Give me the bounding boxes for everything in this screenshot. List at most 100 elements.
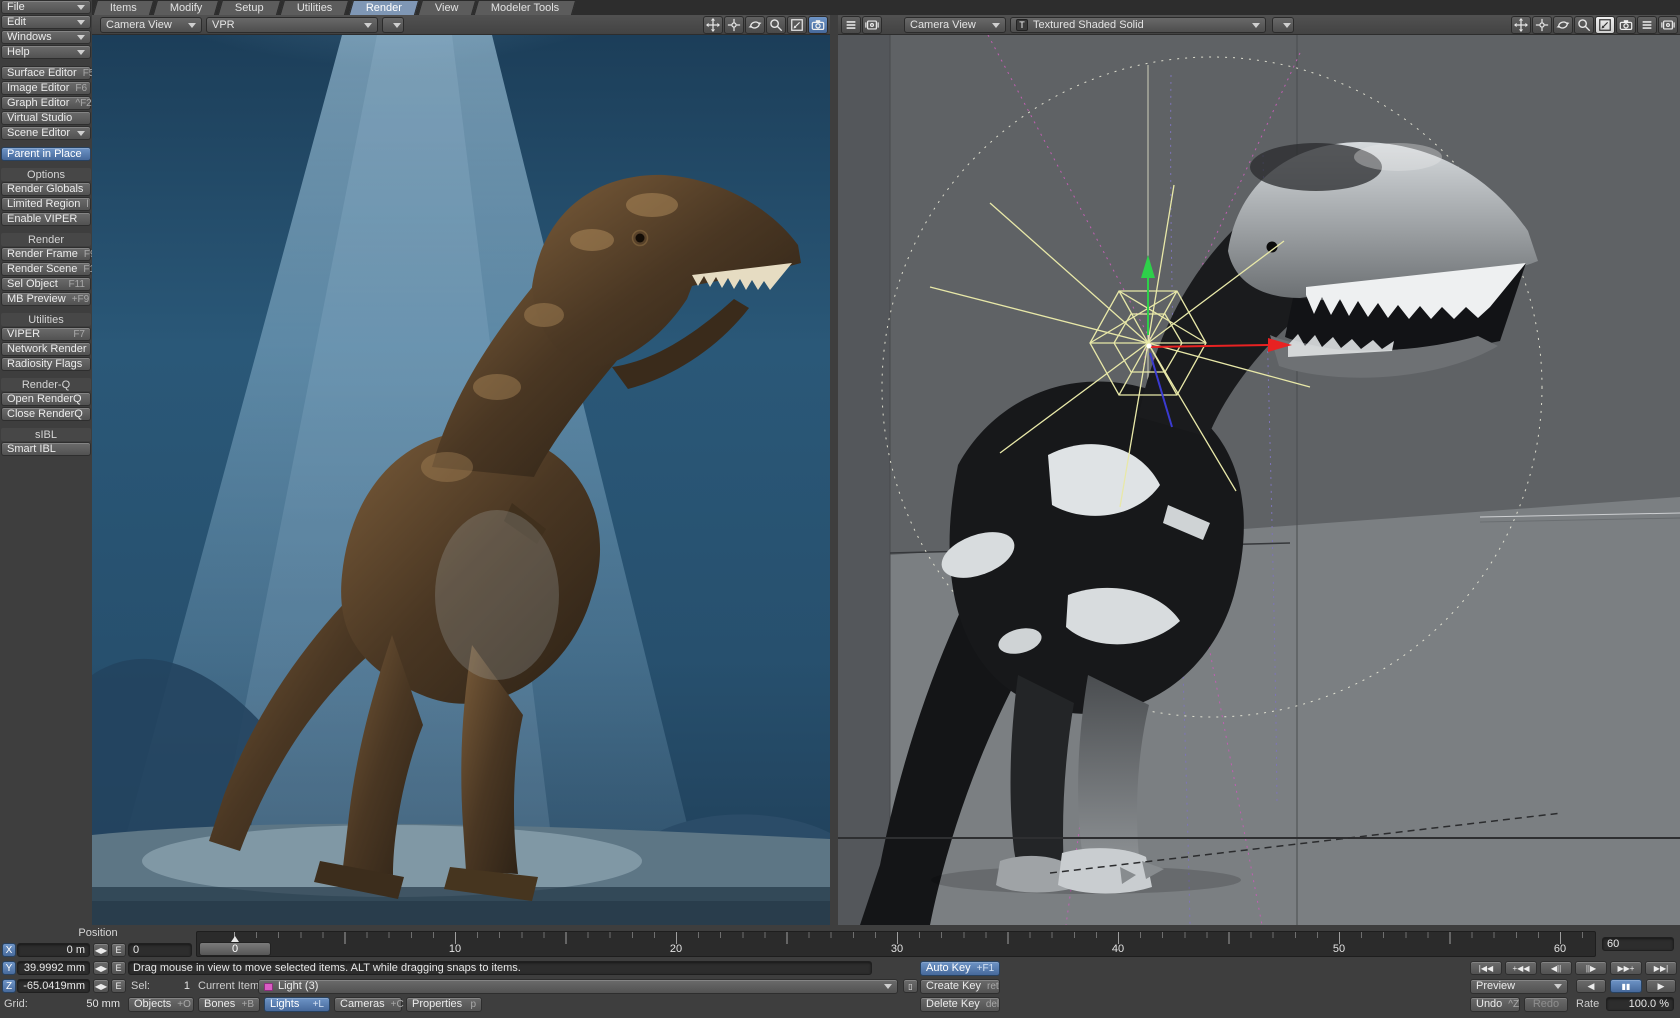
nudge-buttons[interactable]: ◀▶ xyxy=(93,943,109,957)
y-axis-badge[interactable]: Y xyxy=(2,961,16,975)
viewport-options-dropdown[interactable] xyxy=(382,17,404,33)
frame-slider-knob[interactable]: 0 xyxy=(199,942,271,956)
sidebar-item-smart-ibl[interactable]: Smart IBL xyxy=(1,442,91,456)
viewport-menu-icon[interactable] xyxy=(1637,16,1657,34)
mode-button-properties[interactable]: Propertiesp xyxy=(406,997,482,1012)
z-axis-badge[interactable]: Z xyxy=(2,979,16,993)
sidebar-item-network-render[interactable]: Network Render xyxy=(1,342,91,356)
viewport-menu-icon[interactable] xyxy=(841,16,861,34)
menu-windows[interactable]: Windows xyxy=(1,30,91,44)
sidebar-item-mb-preview[interactable]: MB Preview+F9 xyxy=(1,292,91,306)
sidebar-item-parent-in-place[interactable]: Parent in Place xyxy=(1,147,91,161)
rotate-view-icon[interactable] xyxy=(1553,16,1573,34)
x-position-field[interactable]: 0 m xyxy=(17,943,90,957)
envelope-button[interactable]: E xyxy=(111,961,126,975)
undo-button[interactable]: Undo ^Z xyxy=(1470,997,1520,1012)
sidebar-item-enable-viper[interactable]: Enable VIPER xyxy=(1,212,91,226)
mode-button-bones[interactable]: Bones+B xyxy=(198,997,260,1012)
preview-dropdown[interactable]: Preview xyxy=(1470,979,1568,994)
tab-items[interactable]: Items xyxy=(93,0,154,15)
delete-key-button[interactable]: Delete Key del xyxy=(920,997,1000,1012)
viewport-splitter[interactable] xyxy=(830,15,838,925)
current-item-dropdown[interactable]: Light (3) xyxy=(258,979,898,994)
viewport-right-canvas[interactable] xyxy=(838,35,1680,925)
next-key-button[interactable]: ▶▶+ xyxy=(1610,961,1642,975)
tab-modify[interactable]: Modify xyxy=(153,0,220,15)
view-type-dropdown-right[interactable]: Camera View xyxy=(904,17,1006,33)
menu-file[interactable]: File xyxy=(1,0,91,14)
sidebar-item-radiosity-flags[interactable]: Radiosity Flags xyxy=(1,357,91,371)
move-tool-icon[interactable] xyxy=(724,16,744,34)
sidebar-item-scene-editor[interactable]: Scene Editor xyxy=(1,126,91,140)
sidebar-item-limited-region[interactable]: Limited Regionl xyxy=(1,197,91,211)
previous-frame-button[interactable]: ◀|| xyxy=(1540,961,1572,975)
zoom-view-icon[interactable] xyxy=(766,16,786,34)
item-panel-button[interactable]: ▯ xyxy=(903,979,918,993)
viewport-left-canvas[interactable] xyxy=(92,35,830,925)
sidebar-item-graph-editor[interactable]: Graph Editor^F2 xyxy=(1,96,91,110)
camera-view-icon[interactable] xyxy=(808,16,828,34)
sel-count: 1 xyxy=(150,980,190,992)
zoom-view-icon[interactable] xyxy=(1574,16,1594,34)
sidebar-item-virtual-studio[interactable]: Virtual Studio xyxy=(1,111,91,125)
sidebar-item-open-renderq[interactable]: Open RenderQ xyxy=(1,392,91,406)
create-key-label: Create Key xyxy=(926,980,981,993)
jump-to-end-button[interactable]: ▶▶| xyxy=(1645,961,1677,975)
maximize-viewport-icon[interactable] xyxy=(1595,16,1615,34)
mode-button-objects[interactable]: Objects+O xyxy=(128,997,194,1012)
tab-utilities[interactable]: Utilities xyxy=(280,0,350,15)
camera-view-icon[interactable] xyxy=(1616,16,1636,34)
end-frame-field[interactable]: 60 xyxy=(1602,937,1674,951)
render-mode-dropdown-left[interactable]: VPR xyxy=(206,17,378,33)
nudge-buttons[interactable]: ◀▶ xyxy=(93,979,109,993)
button-shortcut: F11 xyxy=(69,278,86,291)
play-reverse-button[interactable]: ◀ xyxy=(1576,979,1606,993)
current-frame-field[interactable]: 0 xyxy=(128,943,192,957)
next-frame-button[interactable]: ||▶ xyxy=(1575,961,1607,975)
sidebar-item-render-globals[interactable]: Render Globals xyxy=(1,182,91,196)
play-button[interactable]: ▶ xyxy=(1646,979,1676,993)
pause-button[interactable]: ▮▮ xyxy=(1610,979,1642,993)
envelope-button[interactable]: E xyxy=(111,979,126,993)
sidebar-item-surface-editor[interactable]: Surface EditorF5 xyxy=(1,66,91,80)
chevron-down-icon xyxy=(1554,984,1562,989)
z-position-field[interactable]: -65.0419mm xyxy=(17,979,90,993)
mode-label: Properties xyxy=(412,998,462,1011)
tab-render[interactable]: Render xyxy=(348,0,418,15)
create-key-button[interactable]: Create Key ret xyxy=(920,979,1000,994)
tab-label: Setup xyxy=(235,2,264,14)
move-tool-icon[interactable] xyxy=(1532,16,1552,34)
auto-key-button[interactable]: Auto Key +F1 xyxy=(920,961,1000,976)
tab-view[interactable]: View xyxy=(417,0,475,15)
render-mode-dropdown-right[interactable]: T Textured Shaded Solid xyxy=(1010,17,1266,33)
tab-modeler-tools[interactable]: Modeler Tools xyxy=(474,0,577,15)
sidebar-item-viper[interactable]: VIPERF7 xyxy=(1,327,91,341)
mode-button-lights[interactable]: Lights+L xyxy=(264,997,330,1012)
viewport-record-icon[interactable] xyxy=(1658,16,1678,34)
envelope-button[interactable]: E xyxy=(111,943,126,957)
redo-button[interactable]: Redo xyxy=(1524,997,1568,1012)
timeline-ruler[interactable]: 0102030405060 0 xyxy=(196,931,1596,957)
rate-value-field[interactable]: 100.0 % xyxy=(1606,997,1674,1011)
sidebar-item-render-frame[interactable]: Render FrameF9 xyxy=(1,247,91,261)
jump-to-start-button[interactable]: |◀◀ xyxy=(1470,961,1502,975)
viewport-options-dropdown[interactable] xyxy=(1272,17,1294,33)
pan-icon[interactable] xyxy=(1511,16,1531,34)
sidebar-item-render-scene[interactable]: Render SceneF10 xyxy=(1,262,91,276)
maximize-viewport-icon[interactable] xyxy=(787,16,807,34)
sidebar-item-sel-object[interactable]: Sel ObjectF11 xyxy=(1,277,91,291)
previous-key-button[interactable]: +◀◀ xyxy=(1505,961,1537,975)
y-position-field[interactable]: 39.9992 mm xyxy=(17,961,90,975)
sidebar-item-image-editor[interactable]: Image EditorF6 xyxy=(1,81,91,95)
x-axis-badge[interactable]: X xyxy=(2,943,16,957)
pan-icon[interactable] xyxy=(703,16,723,34)
mode-button-cameras[interactable]: Cameras+C xyxy=(334,997,402,1012)
nudge-buttons[interactable]: ◀▶ xyxy=(93,961,109,975)
menu-edit[interactable]: Edit xyxy=(1,15,91,29)
view-type-dropdown-left[interactable]: Camera View xyxy=(100,17,202,33)
menu-help[interactable]: Help xyxy=(1,45,91,59)
rotate-view-icon[interactable] xyxy=(745,16,765,34)
sidebar-item-close-renderq[interactable]: Close RenderQ xyxy=(1,407,91,421)
tab-setup[interactable]: Setup xyxy=(218,0,281,15)
viewport-record-icon[interactable] xyxy=(862,16,882,34)
